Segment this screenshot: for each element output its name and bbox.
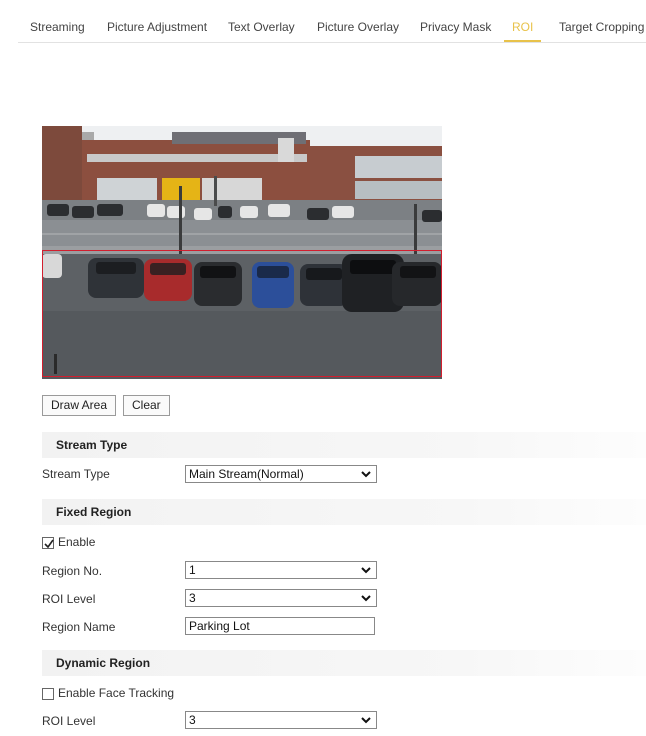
region-no-label: Region No. bbox=[42, 564, 103, 578]
face-tracking-label: Enable Face Tracking bbox=[58, 686, 175, 700]
dynamic-region-section-header: Dynamic Region bbox=[42, 650, 646, 676]
dynamic-roi-level-select[interactable]: 3 bbox=[185, 711, 377, 729]
stream-type-value: Main Stream(Normal) bbox=[189, 467, 304, 481]
roi-level-select[interactable]: 3 bbox=[185, 589, 377, 607]
dynamic-roi-level-label: ROI Level bbox=[42, 714, 96, 728]
enable-label: Enable bbox=[58, 535, 96, 549]
roi-level-value: 3 bbox=[189, 591, 196, 605]
region-no-value: 1 bbox=[189, 563, 196, 577]
chevron-down-icon bbox=[361, 567, 371, 574]
region-no-select[interactable]: 1 bbox=[185, 561, 377, 579]
stream-type-section-header: Stream Type bbox=[42, 432, 646, 458]
tab-picture-overlay[interactable]: Picture Overlay bbox=[317, 8, 399, 42]
tab-streaming[interactable]: Streaming bbox=[30, 8, 85, 42]
stream-type-select[interactable]: Main Stream(Normal) bbox=[185, 465, 377, 483]
tab-picture-adjustment[interactable]: Picture Adjustment bbox=[107, 8, 207, 42]
draw-area-button[interactable]: Draw Area bbox=[42, 395, 117, 416]
region-name-label: Region Name bbox=[42, 620, 116, 634]
chevron-down-icon bbox=[361, 471, 371, 478]
face-tracking-checkbox[interactable] bbox=[42, 688, 54, 700]
video-preview[interactable] bbox=[42, 126, 442, 379]
fixed-region-section-header: Fixed Region bbox=[42, 499, 646, 525]
clear-button[interactable]: Clear bbox=[123, 395, 170, 416]
chevron-down-icon bbox=[361, 595, 371, 602]
stream-type-label: Stream Type bbox=[42, 467, 110, 481]
section-title: Stream Type bbox=[56, 438, 128, 452]
chevron-down-icon bbox=[361, 717, 371, 724]
tab-bar: Streaming Picture Adjustment Text Overla… bbox=[18, 8, 646, 43]
section-title: Fixed Region bbox=[56, 505, 132, 519]
enable-checkbox[interactable] bbox=[42, 537, 54, 549]
roi-region-box[interactable] bbox=[42, 250, 442, 377]
tab-privacy-mask[interactable]: Privacy Mask bbox=[420, 8, 491, 42]
tab-roi[interactable]: ROI bbox=[504, 8, 542, 42]
tab-text-overlay[interactable]: Text Overlay bbox=[228, 8, 295, 42]
tab-target-cropping[interactable]: Target Cropping bbox=[559, 8, 644, 42]
dynamic-roi-level-value: 3 bbox=[189, 713, 196, 727]
roi-level-label: ROI Level bbox=[42, 592, 96, 606]
checkmark-icon bbox=[44, 539, 54, 549]
region-name-field[interactable]: Parking Lot bbox=[185, 617, 375, 635]
section-title: Dynamic Region bbox=[56, 656, 151, 670]
